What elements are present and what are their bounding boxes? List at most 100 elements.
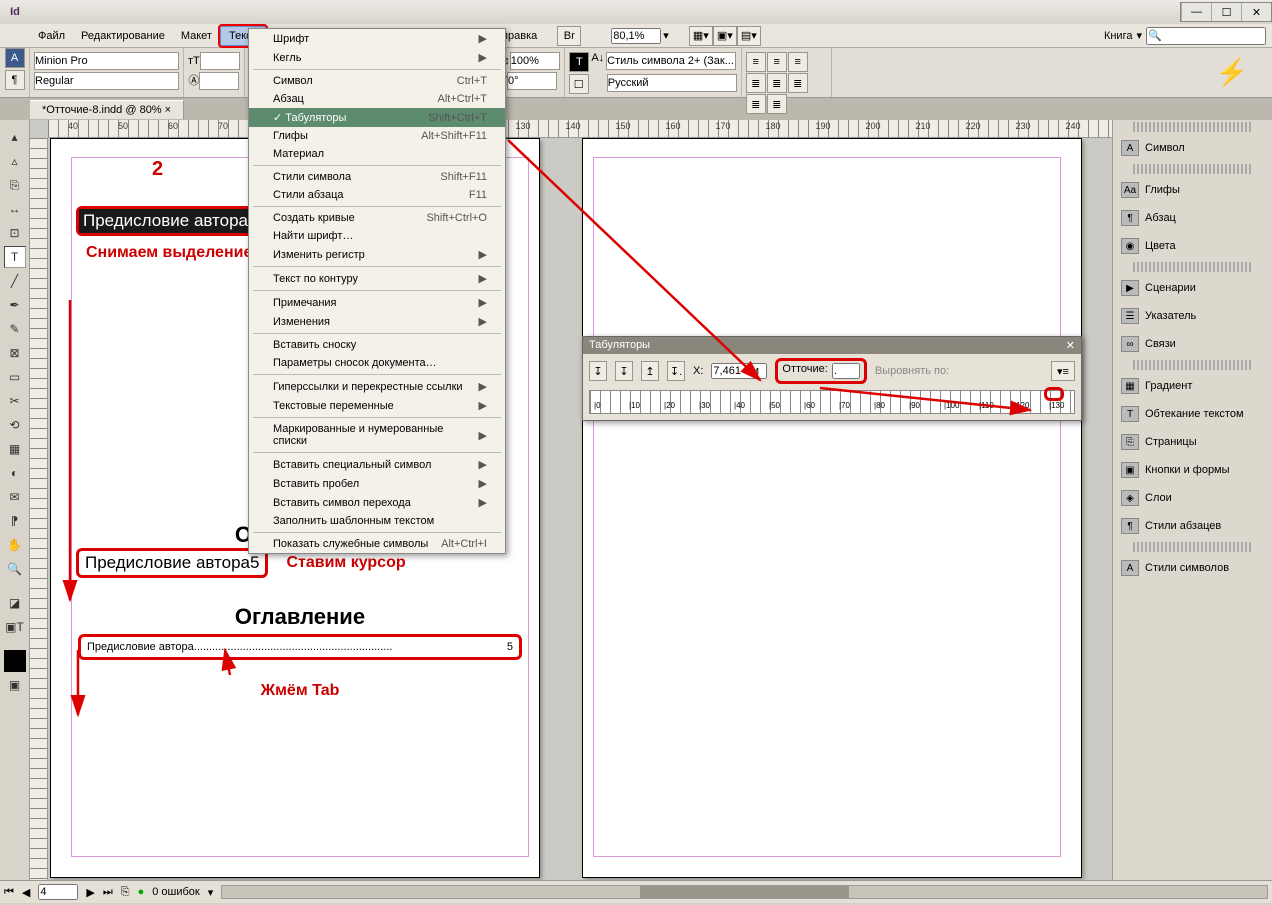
tabs-panel-close-icon[interactable]: ✕: [1066, 339, 1075, 352]
menu-item-вставить-пробел[interactable]: Вставить пробел▶: [249, 474, 505, 493]
hand-tool[interactable]: ✋: [4, 534, 26, 556]
result-line-box[interactable]: Предисловие автора .....................…: [78, 634, 522, 660]
menu-item-примечания[interactable]: Примечания▶: [249, 293, 505, 312]
tab-center-align-icon[interactable]: ↧: [615, 361, 633, 381]
justify-button[interactable]: ≣: [746, 73, 766, 93]
justify-center-button[interactable]: ≣: [788, 73, 808, 93]
justify-right-button[interactable]: ≣: [746, 94, 766, 114]
fill-swatch[interactable]: T: [569, 52, 589, 72]
leader-input[interactable]: [832, 363, 860, 379]
char-mode-button[interactable]: A: [5, 48, 25, 68]
first-page-button[interactable]: ⏮: [4, 886, 14, 899]
menu-item-найти-шрифт…[interactable]: Найти шрифт…: [249, 227, 505, 245]
dropdown-icon[interactable]: ▾: [663, 29, 669, 42]
menu-item-изменения[interactable]: Изменения▶: [249, 312, 505, 331]
gap-tool[interactable]: ↔: [4, 198, 26, 220]
gradient-feather-tool[interactable]: ◐: [4, 462, 26, 484]
menu-item-параметры-сносок-документа…[interactable]: Параметры сносок документа…: [249, 354, 505, 372]
apply-to-text[interactable]: ▣T: [4, 616, 26, 638]
menu-макет[interactable]: Макет: [173, 27, 220, 45]
panel-слои[interactable]: ◈Слои: [1113, 484, 1272, 512]
align-right-button[interactable]: ≡: [788, 52, 808, 72]
menu-item-показать-служебные-символы[interactable]: Показать служебные символыAlt+Ctrl+I: [249, 535, 505, 553]
menu-item-глифы[interactable]: ГлифыAlt+Shift+F11: [249, 127, 505, 145]
zoom-tool[interactable]: 🔍: [4, 558, 26, 580]
tab-x-input[interactable]: [711, 363, 767, 379]
panel-символ[interactable]: AСимвол: [1113, 134, 1272, 162]
panel-сценарии[interactable]: ▶Сценарии: [1113, 274, 1272, 302]
zoom-input[interactable]: [611, 28, 661, 44]
next-page-button[interactable]: ▶: [86, 886, 94, 899]
leading-input[interactable]: [199, 72, 239, 90]
tabs-ruler[interactable]: |0|10|20|30|40|50|60|70|80|90|100|110|12…: [589, 390, 1075, 414]
panel-стили-абзацев[interactable]: ¶Стили абзацев: [1113, 512, 1272, 540]
transform-tool[interactable]: ⟲: [4, 414, 26, 436]
align-center-button[interactable]: ≡: [767, 52, 787, 72]
menu-item-вставить-символ-перехода[interactable]: Вставить символ перехода▶: [249, 493, 505, 512]
cursor-line-box[interactable]: Предисловие автора5: [76, 548, 268, 578]
fill-color[interactable]: [4, 650, 26, 672]
search-input[interactable]: [1146, 27, 1266, 45]
page-right[interactable]: [582, 138, 1082, 878]
direct-select-tool[interactable]: ▵: [4, 150, 26, 172]
h-scrollbar[interactable]: [221, 885, 1268, 899]
menu-item-изменить-регистр[interactable]: Изменить регистр▶: [249, 245, 505, 264]
page-input[interactable]: [38, 884, 78, 900]
tabs-panel[interactable]: Табуляторы✕ ↧ ↧ ↥ ↧. X: Отточие: Выровня…: [582, 336, 1082, 421]
tab-stop-marker[interactable]: [1044, 387, 1064, 401]
text-frame-right[interactable]: [593, 157, 1061, 857]
panel-абзац[interactable]: ¶Абзац: [1113, 204, 1272, 232]
menu-item-заполнить-шаблонным-текстом[interactable]: Заполнить шаблонным текстом: [249, 512, 505, 530]
font-family-input[interactable]: [34, 52, 179, 70]
char-style-input[interactable]: [606, 52, 736, 70]
document-tab[interactable]: *Отточие-8.indd @ 80% ×: [30, 100, 184, 119]
workspace-label[interactable]: Книга: [1104, 30, 1133, 42]
document-canvas[interactable]: 4050607080901001101201301401501601701801…: [30, 120, 1112, 880]
menu-item-абзац[interactable]: АбзацAlt+Ctrl+T: [249, 90, 505, 108]
menu-item-шрифт[interactable]: Шрифт▶: [249, 29, 505, 48]
panel-глифы[interactable]: AaГлифы: [1113, 176, 1272, 204]
skew-input[interactable]: [507, 72, 557, 90]
menu-item-вставить-сноску[interactable]: Вставить сноску: [249, 336, 505, 354]
menu-item-символ[interactable]: СимволCtrl+T: [249, 72, 505, 90]
prev-page-button[interactable]: ◀: [22, 886, 30, 899]
screen-mode-icon[interactable]: ▣▾: [713, 26, 737, 46]
eyedropper-tool[interactable]: ⁋: [4, 510, 26, 532]
menu-редактирование[interactable]: Редактирование: [73, 27, 173, 45]
flash-icon[interactable]: ⚡: [1216, 57, 1248, 88]
panel-обтекание-текстом[interactable]: TОбтекание текстом: [1113, 400, 1272, 428]
language-input[interactable]: [607, 74, 737, 92]
justify-full-button[interactable]: ≣: [767, 94, 787, 114]
fill-stroke-swap[interactable]: ◪: [4, 592, 26, 614]
minimize-button[interactable]: —: [1181, 3, 1211, 21]
menu-item-материал[interactable]: Материал: [249, 145, 505, 163]
tab-decimal-align-icon[interactable]: ↧.: [667, 361, 685, 381]
close-button[interactable]: ✕: [1241, 3, 1271, 21]
note-tool[interactable]: ✉: [4, 486, 26, 508]
scissors-tool[interactable]: ✂: [4, 390, 26, 412]
panel-цвета[interactable]: ◉Цвета: [1113, 232, 1272, 260]
font-size-input[interactable]: [200, 52, 240, 70]
preflight-text[interactable]: 0 ошибок: [152, 886, 200, 898]
align-left-button[interactable]: ≡: [746, 52, 766, 72]
panel-стили-символов[interactable]: AСтили символов: [1113, 554, 1272, 582]
line-tool[interactable]: ╱: [4, 270, 26, 292]
panel-градиент[interactable]: ▦Градиент: [1113, 372, 1272, 400]
page-tool[interactable]: ⎘: [4, 174, 26, 196]
preflight-menu-icon[interactable]: ▾: [208, 886, 214, 899]
dropdown-icon[interactable]: ▾: [1136, 29, 1142, 42]
view-options-icon[interactable]: ▦▾: [689, 26, 713, 46]
menu-item-табуляторы[interactable]: ✓ ТабуляторыShift+Ctrl+T: [249, 108, 505, 127]
menu-файл[interactable]: Файл: [30, 27, 73, 45]
tab-left-align-icon[interactable]: ↧: [589, 361, 607, 381]
frame-tool[interactable]: ⊠: [4, 342, 26, 364]
para-mode-button[interactable]: ¶: [5, 70, 25, 90]
gradient-tool[interactable]: ▦: [4, 438, 26, 460]
stroke-swatch[interactable]: ☐: [569, 74, 589, 94]
content-tool[interactable]: ⊡: [4, 222, 26, 244]
menu-item-создать-кривые[interactable]: Создать кривыеShift+Ctrl+O: [249, 209, 505, 227]
menu-item-стили-абзаца[interactable]: Стили абзацаF11: [249, 186, 505, 204]
type-tool[interactable]: T: [4, 246, 26, 268]
menu-item-текст-по-контуру[interactable]: Текст по контуру▶: [249, 269, 505, 288]
open-icon[interactable]: ⎘: [121, 886, 130, 899]
